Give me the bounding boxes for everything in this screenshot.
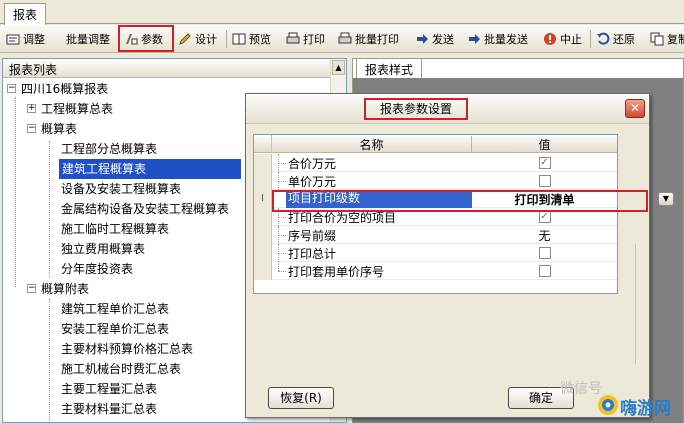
param-row[interactable]: 合价万元 ✓: [254, 154, 617, 172]
tree-item[interactable]: 分年度投资表: [61, 259, 133, 279]
tree-item[interactable]: 施工机械台时费汇总表: [61, 359, 181, 379]
collapse-icon[interactable]: −: [27, 284, 36, 293]
chevron-down-icon[interactable]: ▼: [658, 192, 674, 206]
row-indicator: [254, 244, 272, 262]
col-value-header[interactable]: 值: [472, 136, 617, 153]
params-highlight: [118, 25, 174, 52]
printer-icon: [286, 32, 300, 46]
tree-line: [278, 262, 279, 271]
tree-item[interactable]: 工程部分总概算表: [61, 139, 157, 159]
tree-line: [278, 271, 286, 272]
tree-item[interactable]: 金属结构设备及安装工程概算表: [61, 199, 229, 219]
toolbar-separator: [226, 30, 227, 48]
watermark-logo-text: 嗨游网: [620, 399, 671, 419]
preview-button[interactable]: 预览: [232, 28, 271, 50]
collapse-icon[interactable]: −: [27, 124, 36, 133]
stop-icon: [543, 32, 557, 46]
param-row[interactable]: 打印套用单价序号: [254, 262, 617, 280]
tree-line: [15, 97, 16, 287]
row-indicator: [254, 208, 272, 226]
top-tab-strip: 报表: [0, 0, 684, 25]
param-checkbox[interactable]: ✓: [538, 156, 551, 169]
copy-button[interactable]: 复制: [650, 28, 684, 50]
tree-item[interactable]: − 概算附表: [27, 279, 89, 299]
preview-icon: [232, 32, 246, 46]
adjust-button[interactable]: 调整: [6, 28, 45, 50]
param-checkbox[interactable]: [538, 174, 551, 187]
batch-send-button[interactable]: 批量发送: [467, 28, 528, 50]
send-button[interactable]: 发送: [415, 28, 454, 50]
dialog-titlebar[interactable]: 报表参数设置 ✕: [246, 94, 649, 124]
report-params-dialog: 报表参数设置 ✕ 名称 值 合价万元 ✓ 单价万元 I 项目打印级数 打印到清单: [245, 93, 674, 418]
report-list-header: 报表列表: [3, 59, 346, 78]
param-checkbox[interactable]: [538, 264, 551, 277]
abort-button[interactable]: 中止: [543, 28, 582, 50]
undo-icon: [596, 32, 610, 46]
tree-item[interactable]: 设备及安装工程概算表: [61, 179, 181, 199]
printer-icon: [338, 32, 352, 46]
param-checkbox[interactable]: ✓: [538, 210, 551, 223]
arrow-right-icon: [415, 32, 429, 46]
row-indicator-icon: I: [254, 190, 272, 208]
tab-report[interactable]: 报表: [4, 3, 47, 25]
arrow-right-icon: [467, 32, 481, 46]
params-grid-header: 名称 值: [254, 135, 617, 153]
col-name-header[interactable]: 名称: [272, 136, 472, 152]
tree-line: [49, 141, 50, 277]
toolbar-separator: [590, 30, 591, 48]
params-grid: 名称 值 合价万元 ✓ 单价万元 I 项目打印级数 打印到清单 打印合价为空的项…: [253, 134, 618, 294]
header-corner: [254, 135, 272, 152]
tree-item-selected[interactable]: 建筑工程概算表: [59, 159, 241, 179]
row-indicator: [254, 154, 272, 172]
toolbar: 调整 批量调整 参数 设计 预览 打印 批量打印 发送 批量发送 中止 还原 复: [0, 25, 684, 53]
collapse-icon[interactable]: −: [7, 84, 16, 93]
restore-button[interactable]: 恢复(R): [268, 387, 334, 409]
design-button[interactable]: 设计: [178, 28, 217, 50]
close-icon[interactable]: ✕: [625, 99, 645, 118]
param-row[interactable]: 打印总计: [254, 244, 617, 262]
tree-item[interactable]: 建筑工程单价汇总表: [61, 299, 169, 319]
tree-root[interactable]: − 四川16概算报表: [7, 79, 108, 99]
tree-line: [278, 217, 286, 218]
print-button[interactable]: 打印: [286, 28, 325, 50]
tree-line: [49, 299, 50, 422]
adjust-icon: [6, 32, 20, 46]
tree-item[interactable]: − 概算表: [27, 119, 77, 139]
grid-scroll-track: [635, 244, 645, 364]
row-indicator: [254, 262, 272, 280]
dialog-title: 报表参数设置: [364, 98, 468, 120]
param-value[interactable]: 无: [472, 227, 617, 244]
param-row[interactable]: 序号前缀 无: [254, 226, 617, 244]
tree-line: [278, 181, 286, 182]
batch-adjust-button[interactable]: 批量调整: [66, 28, 110, 50]
tree-item[interactable]: 主要工程量汇总表: [61, 379, 157, 399]
tree-line: [278, 163, 286, 164]
row-indicator: [254, 226, 272, 244]
tree-item[interactable]: 施工临时工程概算表: [61, 219, 169, 239]
tree-item[interactable]: 主要材料预算价格汇总表: [61, 339, 193, 359]
row-indicator: [254, 172, 272, 190]
tree-line: [278, 235, 286, 236]
pencil-icon: [178, 32, 192, 46]
copy-icon: [650, 32, 664, 46]
tree-item[interactable]: + 工程概算总表: [27, 99, 113, 119]
batch-print-button[interactable]: 批量打印: [338, 28, 399, 50]
tree-item[interactable]: 独立费用概算表: [61, 239, 145, 259]
restore-button[interactable]: 还原: [596, 28, 635, 50]
param-checkbox[interactable]: [538, 246, 551, 259]
expand-icon[interactable]: +: [27, 104, 36, 113]
scroll-up-icon[interactable]: ▲: [332, 60, 345, 75]
tree-item[interactable]: 安装工程单价汇总表: [61, 319, 169, 339]
tree-item[interactable]: 主要材料量汇总表: [61, 399, 157, 419]
tree-line: [278, 253, 286, 254]
param-row[interactable]: 单价万元: [254, 172, 617, 190]
param-row-highlight: [272, 190, 648, 212]
tab-report-style[interactable]: 报表样式: [356, 58, 423, 78]
